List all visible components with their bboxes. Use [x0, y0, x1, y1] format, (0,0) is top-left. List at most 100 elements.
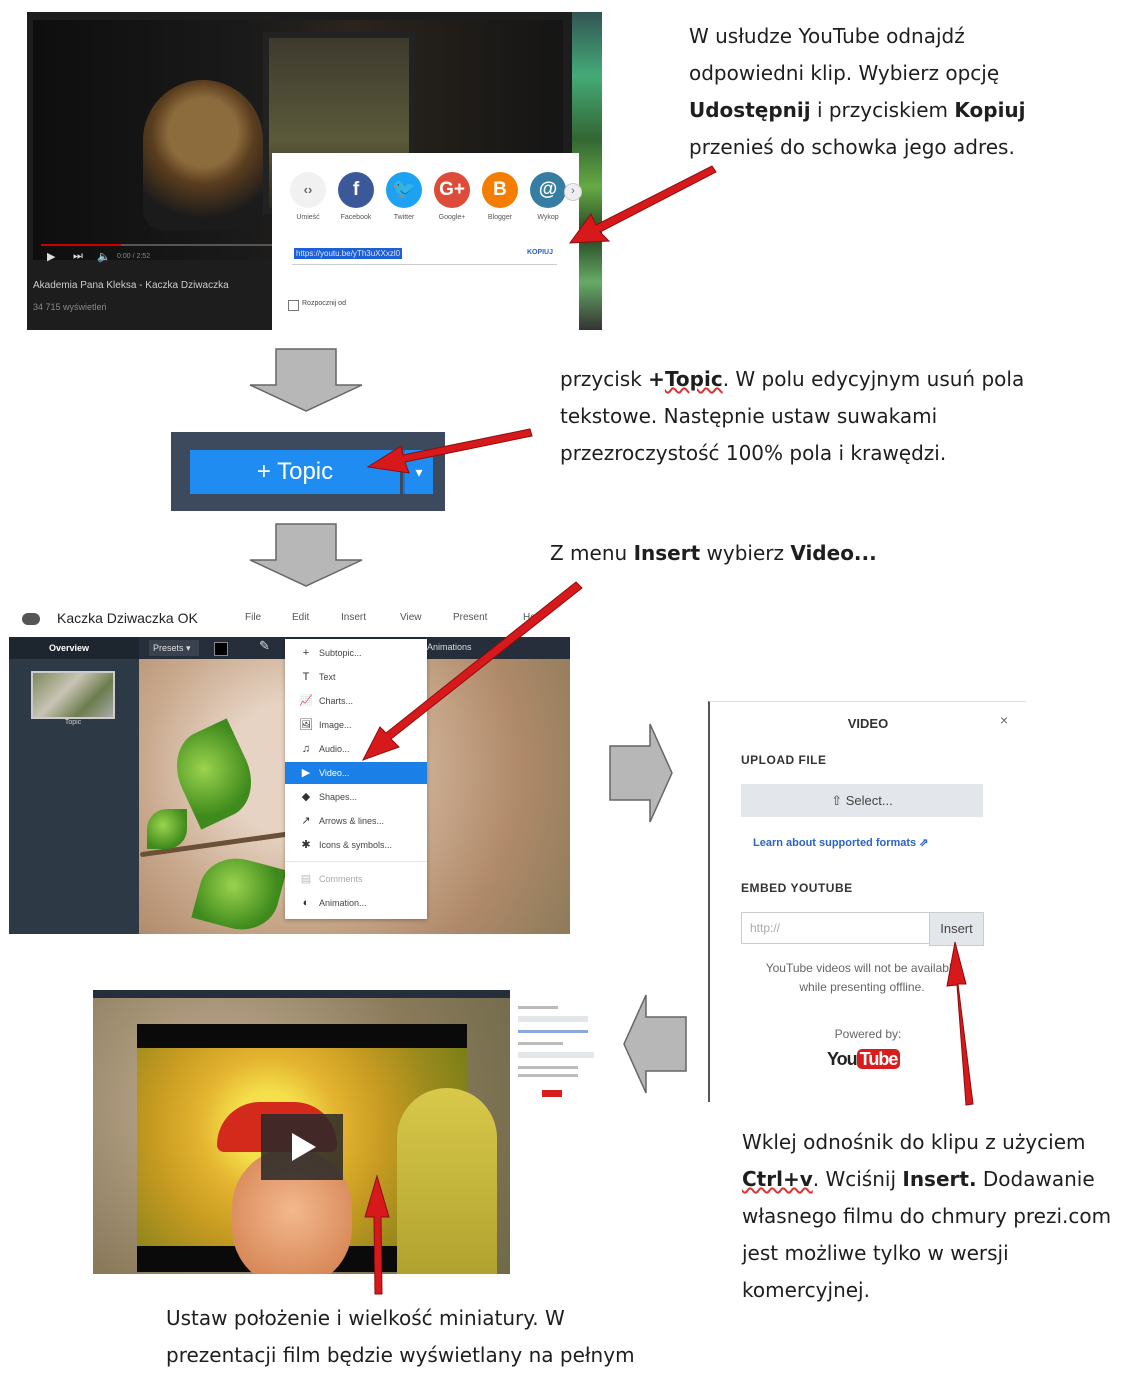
caption-text: . W polu edycyjnym usuń pola [722, 367, 1025, 391]
powered-by-label: Powered by: [834, 1027, 902, 1041]
right-block-arrow [609, 723, 673, 823]
cloud-icon [22, 613, 40, 625]
video-dialog: VIDEO × UPLOAD FILE ⇧ Select... Learn ab… [708, 701, 1026, 1102]
menu-item-icon: ▤ [300, 873, 312, 885]
slide-thumbnail[interactable] [31, 671, 115, 719]
start-at-checkbox[interactable] [288, 300, 299, 311]
close-icon[interactable]: × [1000, 712, 1008, 728]
youtube-screenshot: ▶ ⏭ 🔈 0:00 / 2:52 Akademia Pana Kleksa -… [27, 12, 602, 330]
share-target-label: Twitter [393, 214, 415, 221]
menu-item-label: Subtopic... [319, 648, 362, 658]
share-umie-icon[interactable]: ‹› [290, 172, 326, 208]
placeholder-line [518, 1016, 588, 1022]
share-dialog: ‹› Umieść f Facebook 🐦 Twitter G+ Google+ B Blogg… [272, 153, 582, 330]
menu-item-icon: ◆ [301, 791, 311, 803]
insert-menu-item[interactable]: ✱ Icons & symbols... [285, 834, 427, 856]
share-facebook-icon[interactable]: f [338, 172, 374, 208]
caption-line: komercyjnej. [742, 1278, 870, 1302]
youtube-logo: You Tube [827, 1049, 901, 1070]
placeholder-line [542, 1090, 562, 1097]
second-figure [397, 1088, 497, 1274]
external-link-icon: ⇗ [919, 837, 929, 849]
pen-icon[interactable]: ✎ [259, 638, 270, 654]
menu-item-label: Text [319, 672, 336, 682]
caption-step-4: Wklej odnośnik do klipu z użyciem Ctrl+v… [742, 1124, 1111, 1309]
topic-button-screenshot: + Topic ▾ [171, 432, 445, 511]
overview-button[interactable]: Overview [9, 637, 139, 659]
insert-menu-item[interactable]: ♫ Audio... [285, 738, 427, 760]
insert-menu-item[interactable]: ▤ Comments [285, 868, 427, 890]
caption-line: własnego filmu do chmury prezi.com [742, 1204, 1112, 1228]
youtube-url-input[interactable]: http:// [741, 912, 931, 944]
next-icon[interactable]: ⏭ [73, 250, 83, 263]
menu-view[interactable]: View [400, 612, 422, 623]
menu-item-label: Image... [319, 720, 352, 730]
video-title: Akademia Pana Kleksa - Kaczka Dziwaczka [33, 280, 229, 291]
chevron-right-icon[interactable]: › [564, 183, 582, 201]
caption-bold: Video... [790, 541, 877, 565]
menu-item-icon: ✱ [301, 839, 311, 851]
caption-line: W usłudze YouTube odnajdź [689, 24, 965, 48]
select-file-button[interactable]: ⇧ Select... [741, 784, 983, 817]
select-label: Select... [845, 793, 893, 808]
animations-button[interactable]: Animations [427, 642, 472, 652]
copy-button[interactable]: KOPIUJ [527, 249, 553, 256]
share-url-field[interactable]: https://youtu.be/yTh3uXXxzl0 KOPIUJ [292, 246, 557, 265]
caption-text: Z menu [550, 541, 634, 565]
add-topic-button[interactable]: + Topic [190, 450, 400, 494]
insert-menu-item[interactable]: 📈 Charts... [285, 690, 427, 712]
caption-bold: Insert. [902, 1167, 977, 1191]
menu-item-label: Charts... [319, 696, 354, 706]
leaf-graphic [147, 809, 187, 849]
slide-thumbnail-label: Topic [64, 719, 82, 726]
supported-formats-link[interactable]: Learn about supported formats ⇗ [753, 836, 928, 849]
presentation-title: Kaczka Dziwaczka OK [57, 610, 198, 626]
caption-line: Ustaw położenie i wielkość miniatury. W [166, 1306, 565, 1330]
share-wykop-icon[interactable]: @ [530, 172, 566, 208]
insert-menu-item[interactable]: ▶ Video... [285, 762, 427, 784]
prezi-editor-screenshot: Kaczka Dziwaczka OK File Edit Insert Vie… [9, 601, 570, 934]
menu-item-icon: 🖼 [299, 719, 313, 731]
placeholder-line [518, 1074, 578, 1077]
caption-text: wybierz [700, 541, 791, 565]
menu-help[interactable]: Help [523, 612, 544, 623]
topic-dropdown-button[interactable]: ▾ [403, 450, 433, 494]
menu-present[interactable]: Present [453, 612, 487, 623]
share-twitter-icon[interactable]: 🐦 [386, 172, 422, 208]
color-swatch[interactable] [214, 642, 228, 656]
menu-edit[interactable]: Edit [292, 612, 309, 623]
caption-line: tekstowe. Następnie ustaw suwakami [560, 404, 938, 428]
menu-file[interactable]: File [245, 612, 261, 623]
play-button[interactable] [261, 1114, 343, 1180]
caption-bold: Udostępnij [689, 98, 811, 122]
insert-menu-item[interactable]: 🖼 Image... [285, 714, 427, 736]
caption-bold: Insert [633, 541, 701, 565]
play-icon[interactable]: ▶ [47, 250, 55, 263]
caption-step-1: W usłudze YouTube odnajdź odpowiedni kli… [689, 18, 1026, 166]
logo-you: You [827, 1049, 858, 1069]
caption-text: i przyciskiem [810, 98, 955, 122]
insert-menu-item[interactable]: ◐ Animation... [285, 892, 427, 914]
share-url[interactable]: https://youtu.be/yTh3uXXxzl0 [294, 248, 403, 259]
insert-menu-item[interactable]: + Subtopic... [285, 642, 427, 664]
insert-menu-item[interactable]: ↗ Arrows & lines... [285, 810, 427, 832]
final-editor-screenshot [93, 990, 510, 1274]
insert-menu-item[interactable]: T Text [285, 666, 427, 688]
insert-button[interactable]: Insert [929, 912, 984, 946]
down-block-arrow [249, 523, 363, 587]
share-target-label: Google+ [438, 214, 466, 221]
view-count: 34 715 wyświetleń [33, 302, 107, 312]
insert-dropdown-menu: + Subtopic... T Text 📈 Charts... 🖼 Image... ♫ Aud… [285, 639, 427, 919]
share-google-icon[interactable]: G+ [434, 172, 470, 208]
caption-text: przycisk [560, 367, 649, 391]
menu-item-label: Shapes... [319, 792, 358, 802]
insert-menu-item[interactable]: ◆ Shapes... [285, 786, 427, 808]
share-target-label: Blogger [487, 214, 513, 221]
menu-item-icon: + [302, 647, 310, 659]
presets-button[interactable]: Presets ▾ [149, 640, 199, 656]
menu-item-label: Arrows & lines... [319, 816, 385, 826]
volume-icon[interactable]: 🔈 [97, 250, 111, 263]
menu-insert[interactable]: Insert [341, 612, 366, 623]
share-blogger-icon[interactable]: B [482, 172, 518, 208]
placeholder-line [518, 1042, 563, 1045]
